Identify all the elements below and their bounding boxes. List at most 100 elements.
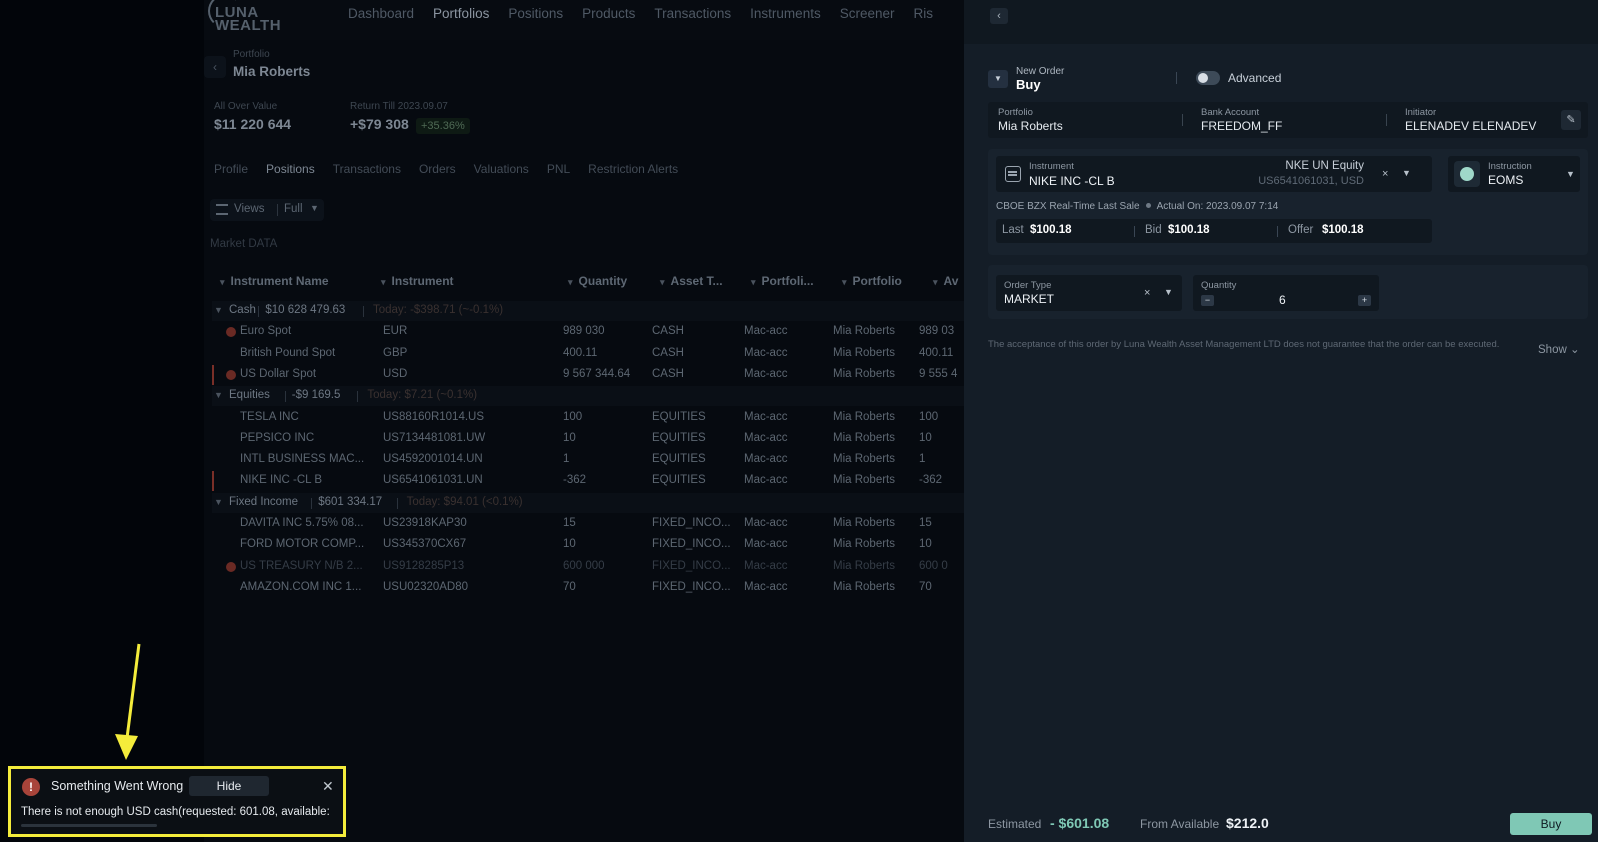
order-parameters-card: Order Type MARKET × ▼ Quantity − 6 + (988, 265, 1588, 319)
group-name: Fixed Income (229, 495, 299, 508)
nav-transactions[interactable]: Transactions (654, 6, 731, 21)
last-price: $100.18 (1030, 224, 1072, 236)
cell-quantity: 9 567 344.64 (563, 367, 631, 380)
cell-quantity: 70 (563, 580, 576, 593)
order-side-value[interactable]: Buy (1016, 77, 1041, 92)
tab-profile[interactable]: Profile (214, 162, 248, 176)
nav-risk[interactable]: Ris (913, 6, 933, 21)
col-quantity[interactable]: Quantity (568, 274, 628, 288)
group-row-cash[interactable]: ▼ Cash $10 628 479.63 Today: -$398.71 (~-0.… (212, 301, 964, 321)
cell-quantity: 400.11 (563, 346, 598, 359)
account-info-row: Portfolio Mia Roberts Bank Account FREED… (988, 102, 1588, 138)
cell-available: 600 0 (919, 559, 948, 572)
cell-asset-type: CASH (652, 325, 684, 338)
nav-screener[interactable]: Screener (840, 6, 895, 21)
table-row[interactable]: Euro Spot EUR 989 030 CASH Mac-acc Mia Robert… (212, 322, 964, 342)
nav-positions[interactable]: Positions (508, 6, 563, 21)
luna-wealth-logo: LUNA WEALTH (208, 0, 281, 34)
cell-portfolio: Mia Roberts (833, 367, 895, 380)
group-divider (396, 497, 398, 509)
nav-dashboard[interactable]: Dashboard (348, 6, 414, 21)
col-available[interactable]: Av (933, 274, 959, 288)
instruction-selector[interactable]: Instruction EOMS ▼ (1448, 156, 1580, 192)
edit-initiator-button[interactable]: ✎ (1561, 110, 1581, 130)
col-instrument[interactable]: Instrument (381, 274, 454, 288)
chevron-down-icon[interactable]: ▼ (214, 305, 223, 315)
group-today-change: Today: $94.01 (<0.1%) (406, 495, 523, 508)
group-row-fixed-income[interactable]: ▼ Fixed Income $601 334.17 Today: $94.01 (<… (212, 492, 964, 513)
clear-order-type-icon[interactable]: × (1144, 287, 1150, 299)
chevron-down-icon[interactable]: ▼ (1402, 168, 1411, 178)
order-type-selector[interactable]: Order Type MARKET × ▼ (996, 275, 1182, 311)
back-button[interactable]: ‹ (204, 56, 226, 78)
tab-valuations[interactable]: Valuations (474, 162, 529, 176)
cell-instrument: US23918KAP30 (383, 517, 467, 529)
warning-icon (226, 327, 236, 338)
estimated-value: - $601.08 (1050, 815, 1110, 831)
chevron-down-icon: ▼ (994, 74, 1002, 83)
quantity-increment-button[interactable]: + (1358, 295, 1371, 306)
cell-instrument: GBP (383, 346, 408, 359)
cell-instrument-name: TESLA INC (240, 410, 299, 423)
nav-portfolios[interactable]: Portfolios (433, 6, 489, 21)
table-row[interactable]: FORD MOTOR COMP... US345370CX67 10 FIXED_IN… (212, 535, 964, 555)
nav-products[interactable]: Products (582, 6, 635, 21)
toggle-knob (1198, 73, 1208, 83)
quantity-input[interactable]: 6 (1279, 293, 1286, 307)
views-selector[interactable]: Views Full ▼ (210, 199, 324, 221)
tab-orders[interactable]: Orders (419, 162, 456, 176)
tab-transactions[interactable]: Transactions (333, 162, 401, 176)
col-portfolio-account[interactable]: Portfoli... (751, 274, 814, 288)
new-order-label: New Order (1016, 66, 1065, 77)
tab-restriction-alerts[interactable]: Restriction Alerts (588, 162, 678, 176)
table-row[interactable]: US Dollar Spot USD 9 567 344.64 CASH Mac-acc… (212, 364, 964, 385)
col-asset-type[interactable]: Asset T... (660, 274, 723, 288)
table-row[interactable]: British Pound Spot GBP 400.11 CASH Mac-acc Mi… (212, 344, 964, 364)
clear-instrument-icon[interactable]: × (1382, 168, 1388, 180)
instrument-label: Instrument (1029, 161, 1074, 172)
chevron-down-icon[interactable]: ▼ (214, 497, 223, 507)
instrument-isin: US6541061031, USD (1258, 175, 1364, 187)
table-row[interactable]: US TREASURY N/B 2... US9128285P13 600 000 F… (212, 557, 964, 577)
offer-label: Offer (1288, 224, 1314, 236)
advanced-toggle[interactable] (1196, 71, 1220, 85)
collapse-panel-button[interactable]: ‹ (990, 8, 1008, 24)
market-data-label: Market DATA (210, 238, 278, 250)
table-row[interactable]: TESLA INC US88160R1014.US 100 EQUITIES Mac-a… (212, 408, 964, 428)
field-divider (1182, 114, 1183, 126)
table-row[interactable]: NIKE INC -CL B US6541061031.UN -362 EQUITIE… (212, 471, 964, 492)
table-row[interactable]: DAVITA INC 5.75% 08... US23918KAP30 15 FIXE… (212, 514, 964, 534)
quote-source-line: CBOE BZX Real-Time Last Sale Actual On: 2… (996, 201, 1278, 212)
show-details-button[interactable]: Show ⌄ (1538, 342, 1580, 356)
chevron-down-icon[interactable]: ▼ (214, 390, 223, 400)
quantity-stepper: Quantity − 6 + (1193, 275, 1379, 311)
panel-header: ‹ (964, 0, 1598, 44)
table-row[interactable]: PEPSICO INC US7134481081.UW 10 EQUITIES Mac-… (212, 429, 964, 449)
col-instrument-name[interactable]: Instrument Name (220, 274, 329, 288)
group-row-equities[interactable]: ▼ Equities -$9 169.5 Today: $7.21 (~0.1%) (212, 386, 964, 407)
hide-toast-button[interactable]: Hide (189, 776, 269, 796)
quantity-decrement-button[interactable]: − (1201, 295, 1214, 306)
show-label: Show (1538, 344, 1567, 356)
table-row[interactable]: INTL BUSINESS MAC... US4592001014.UN 1 EQUI… (212, 450, 964, 470)
instrument-selector[interactable]: Instrument NIKE INC -CL B NKE UN Equity … (996, 156, 1432, 192)
chevron-down-icon[interactable]: ▼ (1164, 287, 1173, 297)
cell-available: 10 (919, 538, 932, 551)
cell-portfolio-account: Mac-acc (744, 410, 788, 423)
quote-source: CBOE BZX Real-Time Last Sale (996, 201, 1140, 212)
dot-separator-icon (1145, 203, 1151, 208)
table-row[interactable]: AMAZON.COM INC 1... USU02320AD80 70 FIXED_I… (212, 578, 964, 598)
tab-positions[interactable]: Positions (266, 162, 315, 176)
order-side-dropdown[interactable]: ▼ (988, 70, 1008, 88)
cell-portfolio: Mia Roberts (833, 474, 895, 487)
return-percent-badge: +35.36% (416, 118, 470, 134)
estimated-label: Estimated (988, 817, 1042, 831)
close-icon[interactable]: ✕ (322, 778, 334, 795)
warning-icon (226, 369, 236, 380)
col-portfolio[interactable]: Portfolio (842, 274, 902, 288)
tab-pnl[interactable]: PNL (547, 162, 570, 176)
nav-instruments[interactable]: Instruments (750, 6, 821, 21)
group-value: $601 334.17 (318, 495, 383, 508)
cell-available: 989 03 (919, 325, 955, 338)
buy-button[interactable]: Buy (1510, 813, 1592, 835)
